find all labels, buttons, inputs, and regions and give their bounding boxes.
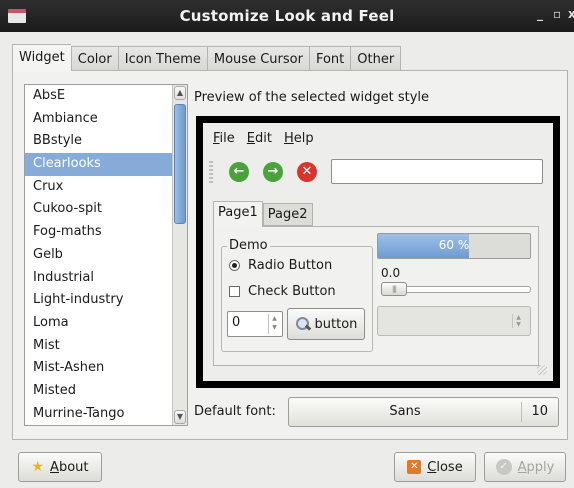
magnifier-icon xyxy=(295,316,311,332)
button-label: button xyxy=(314,316,358,332)
star-icon: ★ xyxy=(31,459,45,475)
spin-value: 0 xyxy=(232,315,241,330)
theme-list-item[interactable]: Murrine-Tango xyxy=(25,403,187,425)
preview-tabs: Page1 Page2 xyxy=(213,201,313,227)
resize-grip-icon[interactable] xyxy=(537,365,547,375)
theme-list[interactable]: AbsE Ambiance BBstyle Clearlooks Crux Cukoo-s… xyxy=(24,84,188,426)
forward-icon[interactable]: → xyxy=(263,162,283,182)
preview-entry[interactable] xyxy=(331,159,543,184)
tab-page2[interactable]: Page2 xyxy=(262,203,313,226)
scale-value: 0.0 xyxy=(381,266,401,280)
scroll-thumb[interactable] xyxy=(174,104,186,224)
tab-other[interactable]: Other xyxy=(350,46,402,71)
preview-menubar: File Edit Help xyxy=(213,131,314,146)
tab-color[interactable]: Color xyxy=(70,46,118,71)
check-button[interactable]: Check Button xyxy=(229,284,336,299)
menu-edit[interactable]: Edit xyxy=(247,131,272,146)
theme-list-items: AbsE Ambiance BBstyle Clearlooks Crux Cukoo-s… xyxy=(25,85,187,425)
search-button[interactable]: button xyxy=(287,308,365,340)
theme-list-item[interactable]: Clearlooks xyxy=(25,153,187,176)
checkbox-icon xyxy=(229,286,240,297)
about-button[interactable]: ★ About xyxy=(18,452,102,482)
default-font-label: Default font: xyxy=(194,404,276,419)
theme-list-item[interactable]: BBstyle xyxy=(25,130,187,153)
theme-list-item[interactable]: Fog-maths xyxy=(25,221,187,244)
minimize-button[interactable]: _ xyxy=(537,7,543,21)
radio-label: Radio Button xyxy=(248,258,333,273)
widget-preview: File Edit Help ← → ✕ Page1 Page2 Demo Ra… xyxy=(196,116,560,388)
theme-list-item[interactable]: Cukoo-spit xyxy=(25,198,187,221)
theme-list-item[interactable]: Ambiance xyxy=(25,108,187,131)
apply-label: Apply xyxy=(517,459,555,475)
menu-file[interactable]: File xyxy=(213,131,235,146)
window-title: Customize Look and Feel xyxy=(179,7,395,25)
progress-text: 60 % xyxy=(438,238,470,252)
title-bar: Customize Look and Feel _ ▫ x xyxy=(0,0,574,32)
stop-icon[interactable]: ✕ xyxy=(297,162,317,182)
font-separator xyxy=(521,402,522,422)
apply-button[interactable]: ✓ Apply xyxy=(484,452,566,482)
maximize-button[interactable]: ▫ xyxy=(553,7,561,21)
theme-list-item[interactable]: Light-industry xyxy=(25,289,187,312)
about-label: About xyxy=(50,459,89,475)
close-label: Close xyxy=(427,459,463,475)
check-label: Check Button xyxy=(248,284,336,299)
theme-list-item[interactable]: AbsE xyxy=(25,85,187,108)
font-picker-button[interactable]: Sans 10 xyxy=(288,397,559,427)
theme-list-item[interactable]: Mist-Ashen xyxy=(25,357,187,380)
tab-mouse-cursor[interactable]: Mouse Cursor xyxy=(206,46,309,71)
tab-font[interactable]: Font xyxy=(308,46,351,71)
combo-arrow-icon[interactable]: ▲ ▼ xyxy=(512,314,524,328)
close-button[interactable]: ✕ Close xyxy=(394,452,476,482)
theme-list-item[interactable]: Mist xyxy=(25,335,187,358)
font-size: 10 xyxy=(531,404,548,419)
spin-button[interactable]: 0 ▲ ▼ xyxy=(227,311,283,337)
font-name: Sans xyxy=(389,404,421,419)
slider-knob[interactable]: ||| xyxy=(381,282,407,296)
theme-list-item[interactable]: Industrial xyxy=(25,267,187,290)
theme-list-item[interactable]: Loma xyxy=(25,312,187,335)
theme-list-item[interactable]: Gelb xyxy=(25,244,187,267)
preview-window: File Edit Help ← → ✕ Page1 Page2 Demo Ra… xyxy=(203,123,553,381)
progress-bar: 60 % xyxy=(377,233,531,259)
toolbar-grip[interactable] xyxy=(209,161,213,183)
theme-list-item[interactable]: Misted xyxy=(25,380,187,403)
radio-icon xyxy=(229,260,240,271)
apply-icon: ✓ xyxy=(495,459,512,475)
preview-label: Preview of the selected widget style xyxy=(194,90,430,105)
tab-icon-theme[interactable]: Icon Theme xyxy=(117,46,207,71)
theme-list-item[interactable]: Crux xyxy=(25,176,187,199)
tab-widget[interactable]: Widget xyxy=(12,44,71,72)
spin-arrows-icon[interactable]: ▲ ▼ xyxy=(268,314,280,334)
demo-label: Demo xyxy=(227,238,270,253)
menu-help[interactable]: Help xyxy=(284,131,314,146)
radio-button[interactable]: Radio Button xyxy=(229,258,332,273)
combo-box[interactable]: ▲ ▼ xyxy=(377,306,531,336)
scroll-up-icon[interactable]: ▲ xyxy=(174,86,186,100)
close-window-button[interactable]: x xyxy=(568,7,574,21)
tab-page1[interactable]: Page1 xyxy=(213,201,263,227)
preview-toolbar: ← → ✕ xyxy=(203,153,553,191)
close-icon: ✕ xyxy=(407,460,422,474)
back-icon[interactable]: ← xyxy=(229,162,249,182)
scroll-down-icon[interactable]: ▼ xyxy=(174,410,186,424)
list-scrollbar[interactable]: ▲ ▼ xyxy=(172,85,187,425)
tab-bar: Widget Color Icon Theme Mouse Cursor Fon… xyxy=(12,44,402,72)
